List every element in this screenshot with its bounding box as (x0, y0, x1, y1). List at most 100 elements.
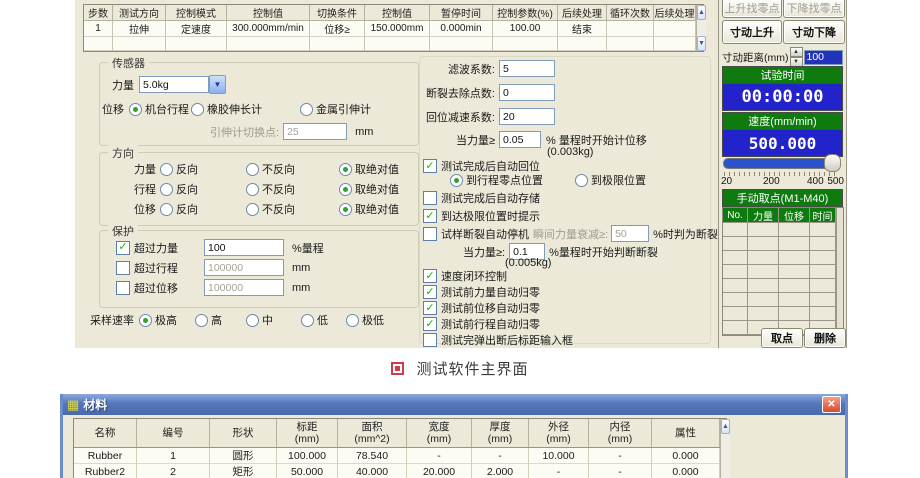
cell[interactable]: 300.000mm/min (227, 21, 310, 37)
radio-sampling-mid[interactable] (246, 314, 259, 327)
radio-label[interactable]: 反向 (176, 201, 198, 217)
cell[interactable]: 结束 (558, 21, 607, 37)
cell[interactable] (365, 37, 430, 51)
manual-row[interactable] (723, 251, 836, 265)
cell[interactable]: 50.000 (277, 464, 338, 478)
disp-start-input[interactable] (499, 131, 541, 148)
cell[interactable]: 定速度 (166, 21, 227, 37)
scroll-down-icon[interactable]: ▼ (697, 36, 706, 51)
radio-sampling-high[interactable] (195, 314, 208, 327)
cell[interactable] (493, 37, 558, 51)
checkbox-over-force-label[interactable]: 超过力量 (134, 240, 178, 256)
radio-force-noreverse[interactable] (246, 163, 259, 176)
cell[interactable]: - (589, 464, 652, 478)
scroll-up-icon[interactable]: ▲ (697, 5, 706, 20)
cell[interactable]: 150.000mm (365, 21, 430, 37)
steps-scrollbar[interactable]: ▲ ▼ (696, 5, 706, 51)
cell[interactable] (654, 37, 696, 51)
steps-row-1[interactable]: 1 拉伸 定速度 300.000mm/min 位移≥ 150.000mm 0.0… (84, 21, 696, 37)
cell[interactable]: 100.00 (493, 21, 558, 37)
break-remove-input[interactable] (499, 84, 555, 101)
checkbox-zero-stroke-label[interactable]: 测试前行程自动归零 (441, 316, 540, 332)
material-table-scrollbar[interactable]: ▲ (720, 419, 730, 478)
radio-sampling-highest[interactable] (139, 314, 152, 327)
material-row[interactable]: Rubber2 2 矩形 50.000 40.000 20.000 2.000 … (74, 464, 720, 478)
radio-disp-noreverse[interactable] (246, 203, 259, 216)
checkbox-closed-loop[interactable]: ✓ (423, 269, 437, 283)
over-force-input[interactable] (204, 239, 284, 256)
manual-row[interactable] (723, 237, 836, 251)
manual-row[interactable] (723, 293, 836, 307)
checkbox-over-force[interactable]: ✓ (116, 241, 130, 255)
cell[interactable]: 2.000 (472, 464, 529, 478)
radio-label[interactable]: 极低 (362, 312, 384, 328)
radio-label[interactable]: 反向 (176, 161, 198, 177)
cell[interactable] (607, 37, 654, 51)
checkbox-auto-return[interactable]: ✓ (423, 159, 437, 173)
radio-stroke-absolute[interactable] (339, 183, 352, 196)
cell[interactable] (113, 37, 166, 51)
radio-label[interactable]: 中 (262, 312, 273, 328)
cell[interactable]: - (407, 448, 472, 464)
radio-label[interactable]: 取绝对值 (355, 201, 399, 217)
material-row[interactable]: Rubber 1 圆形 100.000 78.540 - - 10.000 - … (74, 448, 720, 464)
force-sensor-select[interactable]: 5.0kg (139, 76, 209, 93)
checkbox-zero-displacement-label[interactable]: 测试前位移自动归零 (441, 300, 540, 316)
radio-metal-extensometer-label[interactable]: 金属引伸计 (316, 101, 371, 117)
radio-machine-stroke[interactable] (129, 103, 142, 116)
checkbox-zero-force-label[interactable]: 测试前力量自动归零 (441, 284, 540, 300)
jog-up-button[interactable]: 寸动上升 (722, 20, 782, 44)
cell[interactable]: - (472, 448, 529, 464)
radio-rubber-extensometer-label[interactable]: 橡胶伸长计 (207, 101, 262, 117)
pick-point-button[interactable]: 取点 (761, 328, 803, 348)
cell[interactable]: 拉伸 (113, 21, 166, 37)
cell[interactable]: 1 (137, 448, 210, 464)
checkbox-over-stroke[interactable] (116, 261, 130, 275)
cell[interactable]: 78.540 (338, 448, 407, 464)
checkbox-closed-loop-label[interactable]: 速度闭环控制 (441, 268, 507, 284)
radio-return-limit[interactable] (575, 174, 588, 187)
checkbox-zero-displacement[interactable]: ✓ (423, 301, 437, 315)
cell[interactable]: 0.000 (652, 448, 720, 464)
cell[interactable]: - (589, 448, 652, 464)
cell[interactable] (430, 37, 493, 51)
radio-stroke-noreverse[interactable] (246, 183, 259, 196)
jog-distance-input[interactable]: 100 (804, 50, 844, 65)
cell[interactable]: 20.000 (407, 464, 472, 478)
checkbox-auto-save[interactable] (423, 191, 437, 205)
cell[interactable]: 100.000 (277, 448, 338, 464)
manual-row[interactable] (723, 265, 836, 279)
radio-sampling-low[interactable] (301, 314, 314, 327)
cell[interactable]: 矩形 (210, 464, 277, 478)
cell[interactable]: 2 (137, 464, 210, 478)
radio-label[interactable]: 取绝对值 (355, 161, 399, 177)
close-icon[interactable]: ✕ (822, 396, 841, 413)
checkbox-over-displacement-label[interactable]: 超过位移 (134, 280, 178, 296)
over-stroke-input[interactable] (204, 259, 284, 276)
checkbox-auto-save-label[interactable]: 测试完成后自动存储 (441, 190, 540, 206)
manual-table-scrollbar[interactable] (836, 208, 843, 335)
checkbox-over-stroke-label[interactable]: 超过行程 (134, 260, 178, 276)
cell[interactable] (84, 37, 113, 51)
checkbox-zero-stroke[interactable]: ✓ (423, 317, 437, 331)
jog-down-button[interactable]: 寸动下降 (783, 20, 845, 44)
chevron-down-icon[interactable]: ▼ (209, 75, 226, 94)
radio-return-stroke-zero[interactable] (450, 174, 463, 187)
radio-label[interactable]: 低 (317, 312, 328, 328)
checkbox-limit-prompt[interactable]: ✓ (423, 209, 437, 223)
checkbox-popup-gauge[interactable] (423, 333, 437, 347)
speed-slider-thumb[interactable] (824, 154, 841, 172)
jog-distance-stepper[interactable]: ▲▼ (790, 47, 803, 67)
cell[interactable]: 1 (84, 21, 113, 37)
cell[interactable] (607, 21, 654, 37)
cell[interactable]: 位移≥ (310, 21, 365, 37)
radio-return-stroke-zero-label[interactable]: 到行程零点位置 (466, 172, 543, 188)
cell[interactable]: - (529, 464, 589, 478)
checkbox-limit-prompt-label[interactable]: 到达极限位置时提示 (441, 208, 540, 224)
radio-disp-reverse[interactable] (160, 203, 173, 216)
find-zero-up-button[interactable]: 上升找零点 (722, 0, 782, 18)
radio-force-absolute[interactable] (339, 163, 352, 176)
material-titlebar[interactable]: ▦ 材料 ✕ (63, 394, 845, 415)
checkbox-break-stop-label[interactable]: 试样断裂自动停机 (441, 226, 529, 242)
checkbox-popup-gauge-label[interactable]: 测试完弹出断后标距输入框 (441, 332, 573, 348)
